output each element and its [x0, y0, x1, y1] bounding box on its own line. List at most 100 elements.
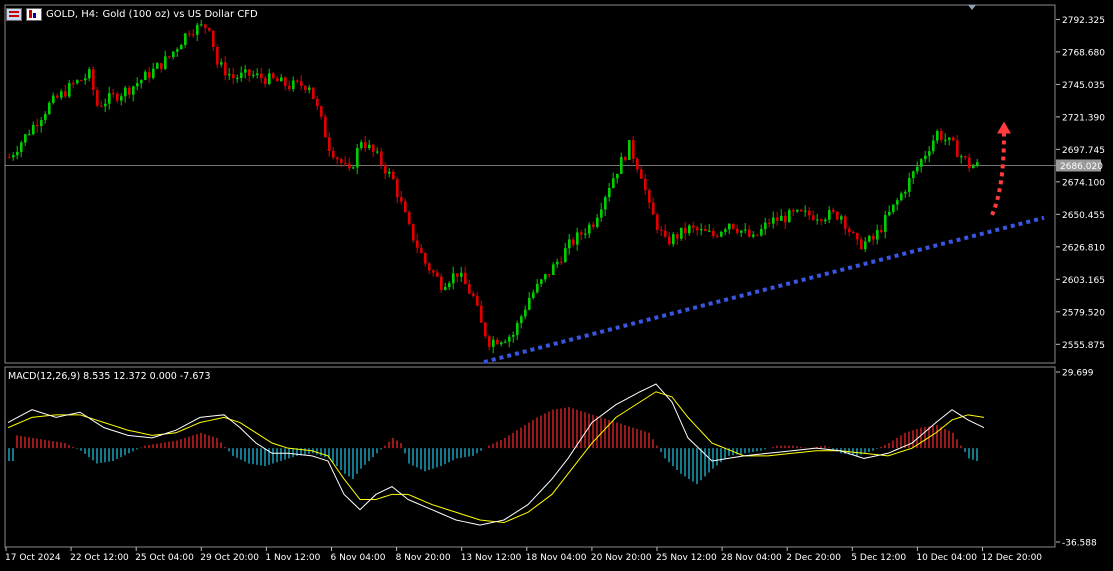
time-tick-label: 25 Nov 12:00: [656, 553, 717, 563]
bear-candle: [456, 273, 459, 277]
bear-candle: [128, 87, 131, 95]
bear-candle: [836, 211, 839, 220]
bull-candle: [568, 239, 571, 249]
bull-candle: [780, 215, 783, 221]
bear-candle: [592, 224, 595, 227]
bear-candle: [632, 140, 635, 159]
bull-candle: [764, 222, 767, 230]
bear-candle: [348, 163, 351, 169]
bull-candle: [24, 134, 27, 143]
projection-arrow-head: [997, 121, 1011, 134]
bear-candle: [396, 179, 399, 198]
bull-candle: [972, 165, 975, 169]
bull-candle: [896, 200, 899, 205]
time-tick-label: 2 Dec 20:00: [786, 553, 841, 563]
bear-candle: [416, 240, 419, 248]
bull-candle: [920, 159, 923, 167]
price-tick-label: 2603.165: [1062, 276, 1105, 286]
bull-candle: [552, 264, 555, 275]
bull-candle: [524, 309, 527, 317]
bear-candle: [296, 80, 299, 82]
bear-candle: [344, 162, 347, 164]
macd-axis: 29.699 -36.588: [1056, 369, 1097, 549]
macd-histogram: [8, 407, 978, 485]
bull-candle: [752, 234, 755, 237]
scroll-marker: [968, 5, 976, 10]
bear-candle: [304, 86, 307, 90]
time-axis: 17 Oct 2024 22 Oct 12:00 25 Oct 04:00 29 Oc…: [5, 547, 1042, 563]
bull-candle: [924, 155, 927, 160]
bull-candle: [904, 191, 907, 194]
bear-candle: [712, 230, 715, 236]
price-axis: 2792.325 2768.680 2745.035 2721.390 2697.745…: [5, 16, 1105, 351]
bull-candle: [492, 339, 495, 347]
bull-candle: [368, 144, 371, 149]
time-tick-label: 8 Nov 20:00: [396, 553, 451, 563]
bear-candle: [792, 210, 795, 212]
bull-candle: [240, 72, 243, 78]
chart-type-icon[interactable]: [26, 7, 42, 21]
bull-candle: [700, 229, 703, 231]
price-tick-label: 2650.455: [1062, 211, 1105, 221]
bear-candle: [856, 233, 859, 240]
bull-candle: [816, 219, 819, 221]
bull-candle: [616, 173, 619, 179]
bear-candle: [736, 228, 739, 233]
bear-candle: [748, 229, 751, 237]
bull-candle: [164, 56, 167, 70]
menu-flag-icon[interactable]: [6, 7, 22, 21]
bear-candle: [812, 215, 815, 220]
bull-candle: [928, 151, 931, 156]
bear-candle: [424, 253, 427, 264]
bear-candle: [260, 73, 263, 79]
bear-candle: [640, 169, 643, 179]
bear-candle: [476, 295, 479, 306]
bear-candle: [468, 284, 471, 294]
bear-candle: [72, 83, 75, 85]
bull-candle: [376, 151, 379, 153]
candlestick-series: [8, 19, 979, 354]
bear-candle: [80, 80, 83, 82]
bull-candle: [176, 49, 179, 52]
bull-candle: [868, 235, 871, 242]
chart-area[interactable]: 2792.325 2768.680 2745.035 2721.390 2697.745…: [0, 0, 1113, 571]
time-tick-label: 25 Oct 04:00: [135, 553, 194, 563]
bull-candle: [504, 341, 507, 343]
time-tick-label: 12 Dec 20:00: [982, 553, 1043, 563]
bull-candle: [388, 171, 391, 174]
bull-candle: [500, 342, 503, 345]
time-tick-label: 20 Nov 20:00: [591, 553, 652, 563]
support-trendline: [483, 215, 1045, 364]
bull-candle: [220, 62, 223, 65]
price-tick-label: 2579.520: [1062, 308, 1105, 318]
bull-candle: [588, 224, 591, 234]
bull-candle: [44, 114, 47, 121]
chart-header: GOLD, H4: Gold (100 oz) vs US Dollar CFD: [6, 6, 258, 22]
bear-candle: [204, 24, 207, 28]
time-tick-label: 28 Nov 04:00: [721, 553, 782, 563]
bear-candle: [192, 34, 195, 36]
bull-candle: [728, 223, 731, 230]
bull-candle: [604, 197, 607, 210]
bull-candle: [520, 316, 523, 324]
bull-candle: [916, 166, 919, 172]
bear-candle: [324, 116, 327, 138]
bear-candle: [428, 263, 431, 271]
bear-candle: [160, 63, 163, 70]
bull-candle: [888, 211, 891, 216]
bull-candle: [140, 80, 143, 84]
bear-candle: [364, 142, 367, 149]
bear-candle: [484, 322, 487, 337]
bull-candle: [908, 178, 911, 192]
bear-candle: [776, 217, 779, 221]
bull-candle: [68, 83, 71, 97]
bear-candle: [968, 157, 971, 169]
bull-candle: [200, 24, 203, 26]
macd-indicator-label: MACD(12,26,9) 8.535 12.372 0.000 -7.673: [8, 371, 211, 382]
bull-candle: [528, 297, 531, 310]
bull-candle: [52, 95, 55, 103]
bear-candle: [436, 272, 439, 277]
bull-candle: [136, 83, 139, 87]
price-tick-label: 2721.390: [1062, 113, 1105, 123]
bear-candle: [400, 197, 403, 202]
